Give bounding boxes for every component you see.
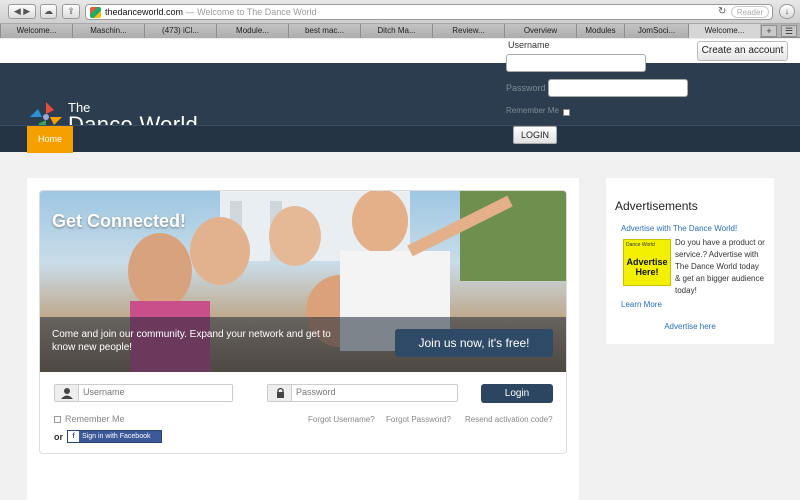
tab[interactable]: Review... (432, 24, 504, 38)
facebook-signin-label: Sign in with Facebook (82, 433, 151, 440)
tab[interactable]: Modules (576, 24, 624, 38)
tab[interactable]: best mac... (288, 24, 360, 38)
favicon-icon (90, 7, 101, 18)
tab-active[interactable]: Welcome... (688, 24, 760, 38)
header-remember-checkbox[interactable] (563, 109, 570, 116)
tab[interactable]: Ditch Ma... (360, 24, 432, 38)
or-label: or (54, 432, 63, 442)
remember-checkbox[interactable] (54, 416, 61, 423)
tab[interactable]: Overview (504, 24, 576, 38)
page: The Dance World Home Username Password R… (0, 39, 800, 500)
share-icon[interactable]: ⇪ (62, 4, 80, 19)
user-icon (55, 385, 79, 401)
header-remember-label: Remember Me (506, 106, 559, 115)
new-tab-button[interactable]: + (761, 25, 777, 37)
lock-icon (268, 385, 292, 401)
browser-toolbar: ◀ ▶ ☁ ⇪ thedanceworld.com — Welcome to T… (0, 0, 800, 24)
header-password-input[interactable] (548, 79, 688, 97)
tab[interactable]: (473) iCl... (144, 24, 216, 38)
tab-overview-icon[interactable]: ☰ (781, 25, 797, 37)
login-button[interactable]: Login (481, 384, 553, 403)
hero-text: Come and join our community. Expand your… (52, 329, 331, 353)
hero-banner: Get Connected! Come and join our communi… (40, 191, 566, 372)
ad-image[interactable]: Dance World Advertise Here! (623, 239, 671, 286)
header-username-label: Username (508, 40, 550, 50)
tab[interactable]: Welcome... (0, 24, 72, 38)
ads-sidebar: Advertisements Advertise with The Dance … (606, 178, 774, 344)
sidebar-title: Advertisements (615, 199, 698, 213)
icloud-icon[interactable]: ☁ (40, 4, 57, 19)
nav-item-home[interactable]: Home (27, 126, 73, 153)
advertise-link[interactable]: Advertise with The Dance World! (621, 224, 737, 233)
hero-frame: Get Connected! Come and join our communi… (39, 190, 567, 454)
tab[interactable]: JomSoci... (624, 24, 688, 38)
password-field[interactable] (267, 384, 458, 402)
ad-image-small-text: Dance World (626, 242, 655, 248)
username-field[interactable] (54, 384, 233, 402)
create-account-button[interactable]: Create an account (697, 41, 788, 61)
facebook-icon: f (68, 431, 79, 442)
header-login-button[interactable]: LOGIN (513, 126, 557, 144)
tab[interactable]: Module... (216, 24, 288, 38)
join-button[interactable]: Join us now, it's free! (395, 329, 553, 357)
tab[interactable]: Maschin... (72, 24, 144, 38)
url-text: thedanceworld.com — Welcome to The Dance… (105, 7, 317, 17)
password-input[interactable] (296, 387, 416, 397)
learn-more-link[interactable]: Learn More (621, 300, 662, 309)
header-username-input[interactable] (506, 54, 646, 72)
hero-title: Get Connected! (52, 211, 187, 231)
reload-icon[interactable]: ↻ (718, 6, 726, 17)
ad-image-big-text: Advertise Here! (626, 257, 668, 277)
main-card: Get Connected! Come and join our communi… (27, 178, 579, 500)
forgot-password-link[interactable]: Forgot Password? (386, 415, 451, 424)
top-strip (0, 39, 800, 63)
header-password-label: Password (506, 83, 546, 93)
username-input[interactable] (83, 387, 203, 397)
reader-button[interactable]: Reader (731, 6, 769, 18)
forgot-username-link[interactable]: Forgot Username? (308, 415, 375, 424)
ad-text: Do you have a product or service.? Adver… (675, 238, 765, 295)
advertise-here-link[interactable]: Advertise here (606, 322, 774, 331)
tab-bar: Welcome... Maschin... (473) iCl... Modul… (0, 24, 800, 38)
downloads-icon[interactable]: ↓ (779, 4, 795, 19)
facebook-signin-button[interactable]: f Sign in with Facebook (67, 430, 162, 443)
address-bar[interactable]: thedanceworld.com — Welcome to The Dance… (85, 4, 773, 20)
resend-activation-link[interactable]: Resend activation code? (465, 415, 553, 424)
remember-label: Remember Me (65, 414, 125, 424)
back-forward-buttons[interactable]: ◀ ▶ (8, 4, 36, 19)
main-nav: Home (0, 125, 800, 153)
